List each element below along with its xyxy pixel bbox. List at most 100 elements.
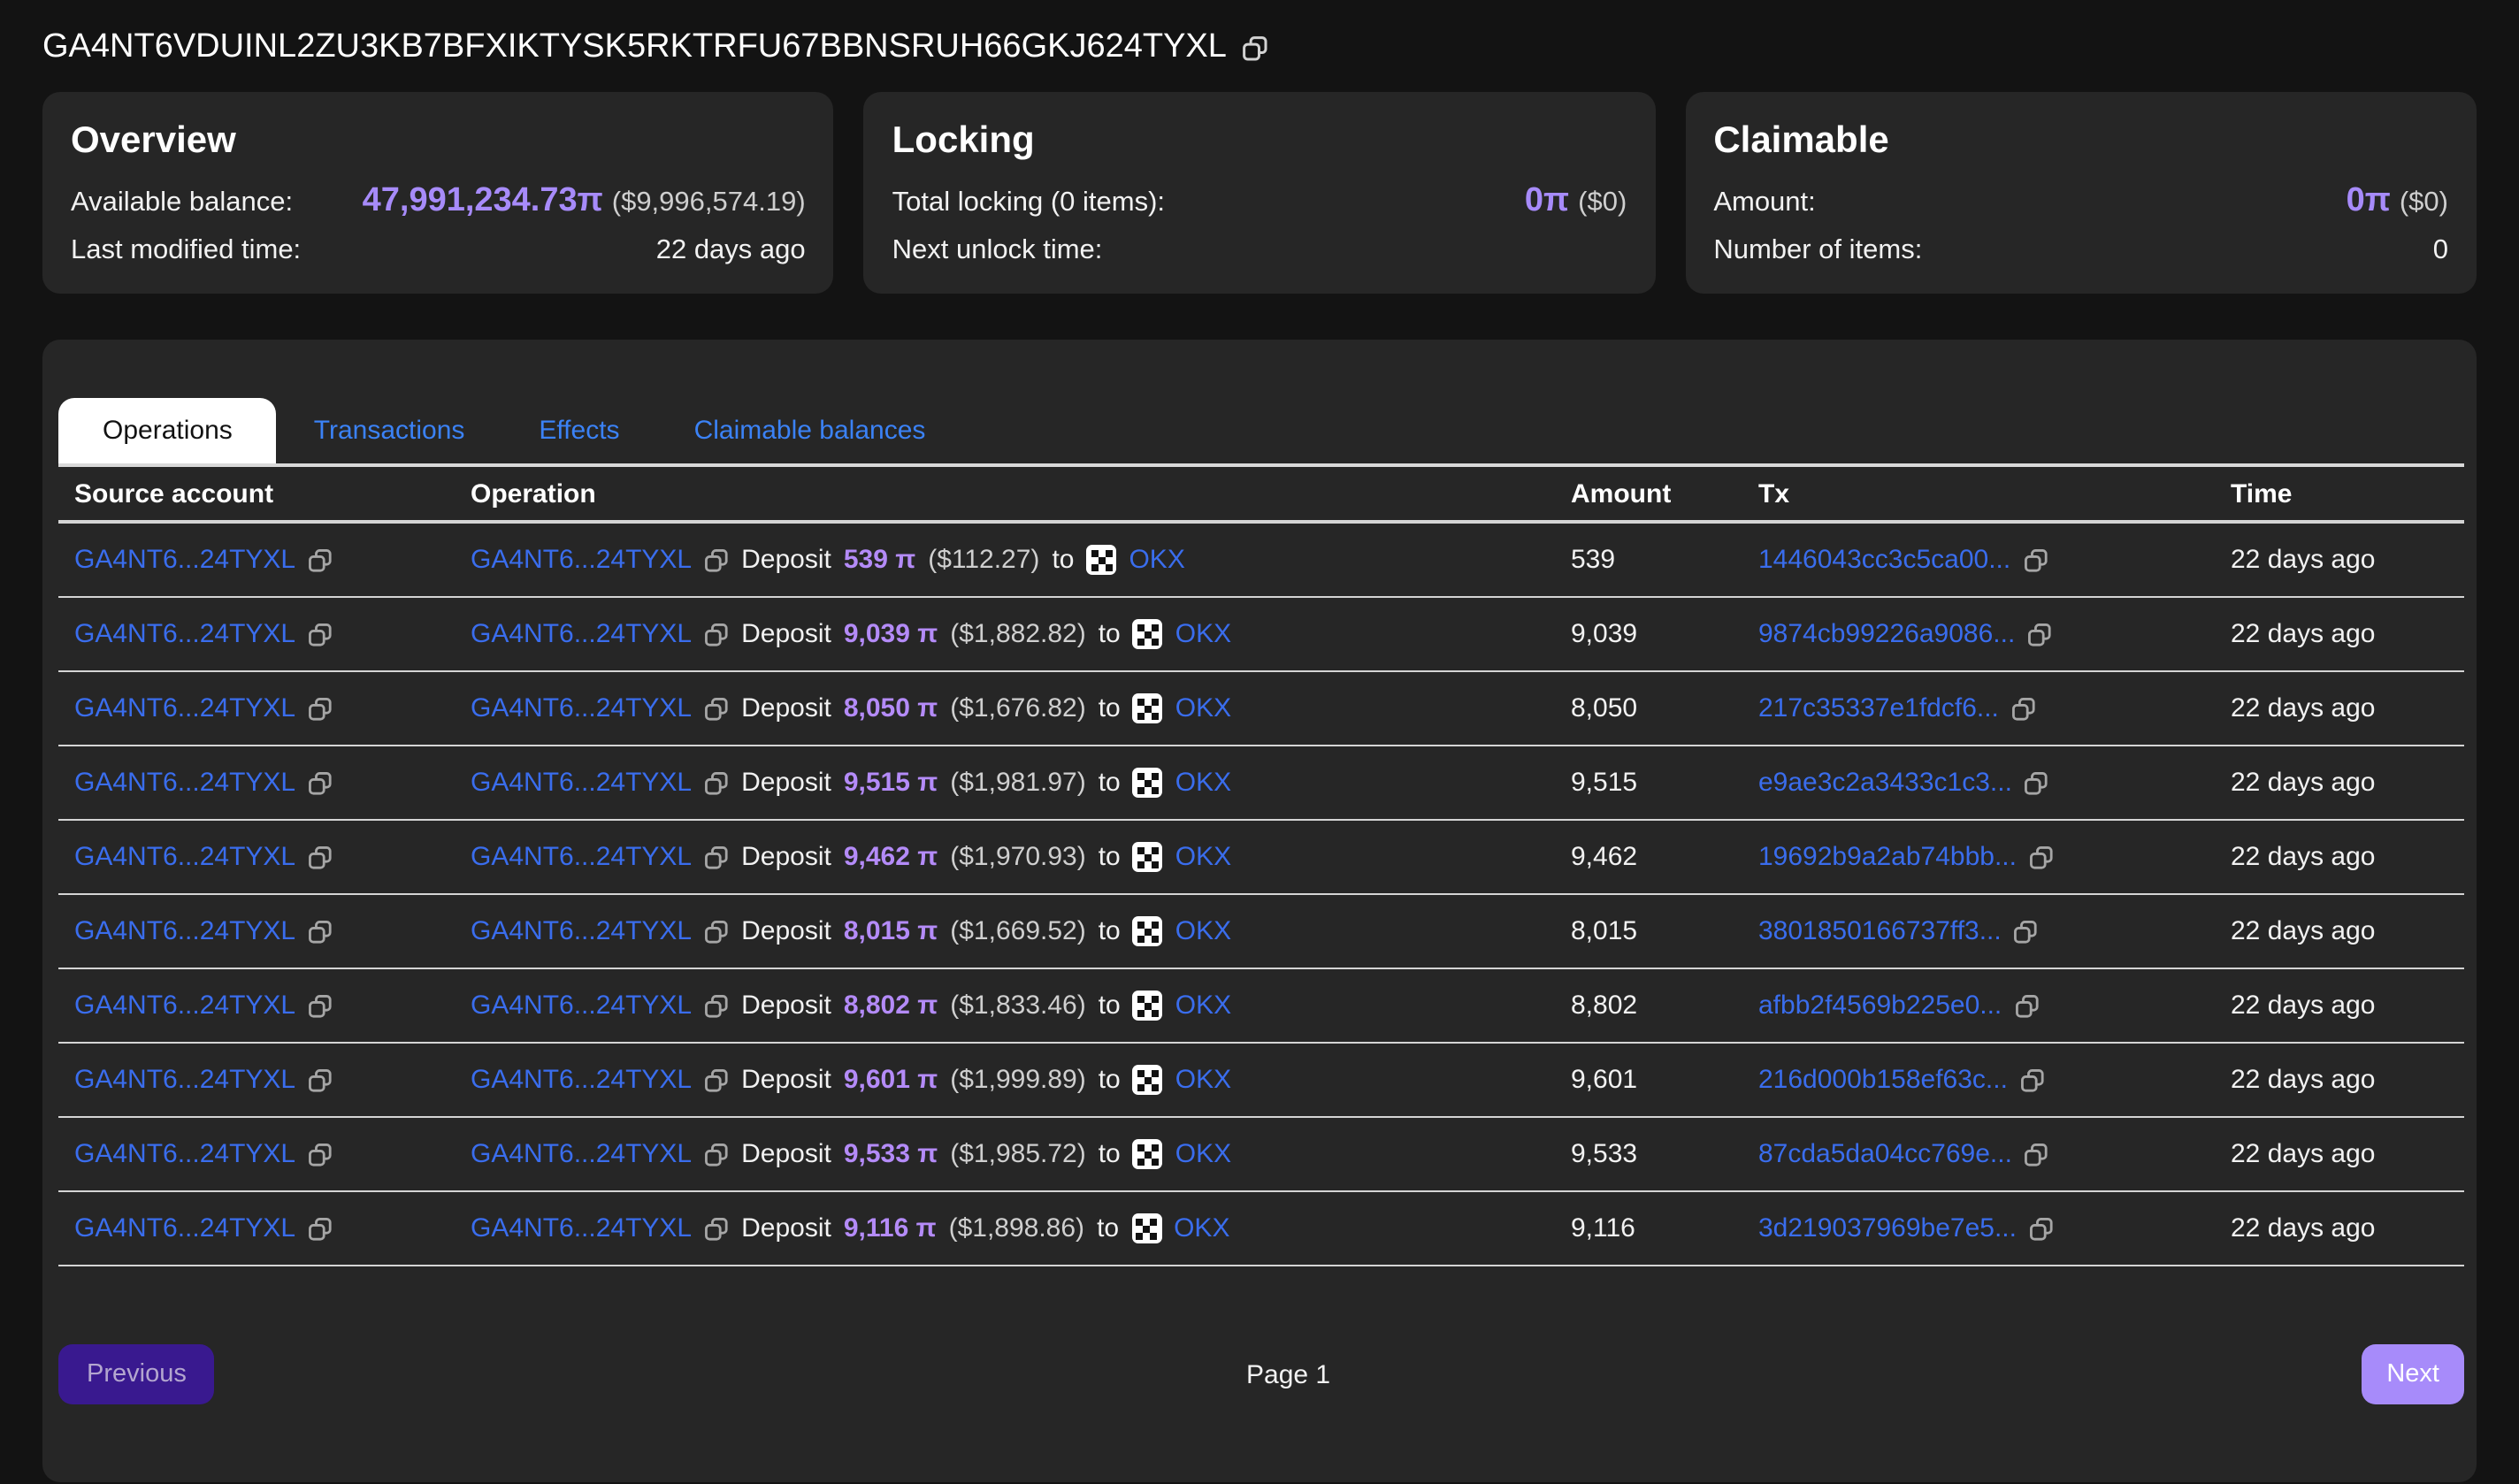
source-account-link[interactable]: GA4NT6...24TYXL [74,1139,295,1169]
copy-icon[interactable] [308,845,333,869]
source-account-link[interactable]: GA4NT6...24TYXL [74,991,295,1021]
copy-icon[interactable] [704,919,729,944]
tx-hash-link[interactable]: 3801850166737ff3... [1758,916,2002,946]
copy-icon[interactable] [308,993,333,1018]
copy-icon[interactable] [308,1142,333,1167]
okx-link[interactable]: OKX [1133,916,1231,946]
copy-icon[interactable] [704,993,729,1018]
operation-cell: GA4NT6...24TYXL Deposit 9,533 π ($1,985.… [471,1139,1571,1169]
okx-link[interactable]: OKX [1133,1139,1231,1169]
operation-account-link[interactable]: GA4NT6...24TYXL [471,916,692,946]
source-account-link[interactable]: GA4NT6...24TYXL [74,1213,295,1243]
tx-hash-link[interactable]: 19692b9a2ab74bbb... [1758,842,2017,872]
claimable-pi-value: 0π [2347,182,2391,219]
okx-link[interactable]: OKX [1131,1213,1229,1243]
copy-icon[interactable] [704,547,729,572]
operation-account-link[interactable]: GA4NT6...24TYXL [471,1213,692,1243]
tab-transactions[interactable]: Transactions [277,398,502,463]
copy-icon[interactable] [704,1142,729,1167]
source-account-link[interactable]: GA4NT6...24TYXL [74,768,295,798]
operation-amount-pi: 9,533 π [844,1139,938,1169]
source-account-link[interactable]: GA4NT6...24TYXL [74,1065,295,1095]
tx-hash-link[interactable]: 87cda5da04cc769e... [1758,1139,2012,1169]
tx-cell: 19692b9a2ab74bbb... [1758,842,2231,872]
operation-cell: GA4NT6...24TYXL Deposit 9,601 π ($1,999.… [471,1065,1571,1095]
copy-icon[interactable] [308,696,333,721]
copy-icon[interactable] [2025,770,2049,795]
operation-cell: GA4NT6...24TYXL Deposit 8,050 π ($1,676.… [471,693,1571,723]
operation-account-link[interactable]: GA4NT6...24TYXL [471,545,692,575]
operation-account-link[interactable]: GA4NT6...24TYXL [471,991,692,1021]
tab-label: Transactions [314,416,465,446]
okx-link[interactable]: OKX [1133,991,1231,1021]
operations-panel: Operations Transactions EffectsClaimable b… [42,340,2477,1482]
copy-icon[interactable] [308,622,333,646]
source-account-link[interactable]: GA4NT6...24TYXL [74,619,295,649]
copy-icon[interactable] [2014,919,2039,944]
time-cell: 22 days ago [2231,1213,2464,1243]
copy-icon[interactable] [2029,845,2054,869]
operation-to-text: to [1099,1139,1121,1169]
copy-icon[interactable] [704,1067,729,1092]
copy-address-icon[interactable] [1243,34,1269,61]
copy-icon[interactable] [2023,547,2048,572]
okx-link[interactable]: OKX [1133,619,1231,649]
tx-hash-link[interactable]: 3d219037969be7e5... [1758,1213,2017,1243]
okx-link[interactable]: OKX [1133,1065,1231,1095]
source-account-link[interactable]: GA4NT6...24TYXL [74,842,295,872]
header-source-account: Source account [58,478,471,509]
tab-claimable-balances[interactable]: Claimable balances [657,398,963,463]
operation-action: Deposit [741,1213,831,1243]
tx-hash-link[interactable]: 9874cb99226a9086... [1758,619,2015,649]
source-account-link[interactable]: GA4NT6...24TYXL [74,545,295,575]
okx-link[interactable]: OKX [1133,842,1231,872]
tx-cell: 3d219037969be7e5... [1758,1213,2231,1243]
tx-hash-link[interactable]: e9ae3c2a3433c1c3... [1758,768,2012,798]
tx-hash-link[interactable]: 216d000b158ef63c... [1758,1065,2008,1095]
next-unlock-label: Next unlock time: [892,233,1103,267]
operation-amount-pi: 9,601 π [844,1065,938,1095]
operation-account-link[interactable]: GA4NT6...24TYXL [471,842,692,872]
copy-icon[interactable] [704,845,729,869]
copy-icon[interactable] [308,1216,333,1241]
operation-account-link[interactable]: GA4NT6...24TYXL [471,1139,692,1169]
copy-icon[interactable] [2029,1216,2054,1241]
copy-icon[interactable] [704,622,729,646]
tx-hash-link[interactable]: afbb2f4569b225e0... [1758,991,2002,1021]
tab-effects[interactable]: Effects [502,398,656,463]
copy-icon[interactable] [308,919,333,944]
copy-icon[interactable] [704,1216,729,1241]
tx-hash-link[interactable]: 1446043cc3c5ca00... [1758,545,2010,575]
copy-icon[interactable] [2025,1142,2049,1167]
tx-cell: 217c35337e1fdcf6... [1758,693,2231,723]
table-row: GA4NT6...24TYXL GA4NT6...24TYXL Deposit … [58,821,2464,895]
okx-link[interactable]: OKX [1133,693,1231,723]
copy-icon[interactable] [308,547,333,572]
tx-hash-link[interactable]: 217c35337e1fdcf6... [1758,693,1999,723]
copy-icon[interactable] [308,1067,333,1092]
tab-operations[interactable]: Operations [58,398,277,463]
amount-cell: 539 [1571,545,1758,575]
okx-logo-icon [1133,1065,1163,1095]
previous-button[interactable]: Previous [58,1344,215,1404]
operation-cell: GA4NT6...24TYXL Deposit 9,116 π ($1,898.… [471,1213,1571,1243]
claimable-card: Claimable Amount: 0π($0) Number of items… [1685,92,2477,294]
copy-icon[interactable] [704,770,729,795]
copy-icon[interactable] [704,696,729,721]
okx-link[interactable]: OKX [1086,545,1184,575]
okx-link[interactable]: OKX [1133,768,1231,798]
copy-icon[interactable] [308,770,333,795]
source-account-link[interactable]: GA4NT6...24TYXL [74,916,295,946]
operation-to-text: to [1099,991,1121,1021]
operation-amount-usd: ($1,985.72) [950,1139,1085,1169]
operation-account-link[interactable]: GA4NT6...24TYXL [471,619,692,649]
operation-account-link[interactable]: GA4NT6...24TYXL [471,1065,692,1095]
copy-icon[interactable] [2027,622,2052,646]
operation-account-link[interactable]: GA4NT6...24TYXL [471,693,692,723]
source-account-link[interactable]: GA4NT6...24TYXL [74,693,295,723]
copy-icon[interactable] [2014,993,2039,1018]
operation-account-link[interactable]: GA4NT6...24TYXL [471,768,692,798]
copy-icon[interactable] [2020,1067,2045,1092]
next-button[interactable]: Next [2362,1344,2464,1404]
copy-icon[interactable] [2011,696,2036,721]
